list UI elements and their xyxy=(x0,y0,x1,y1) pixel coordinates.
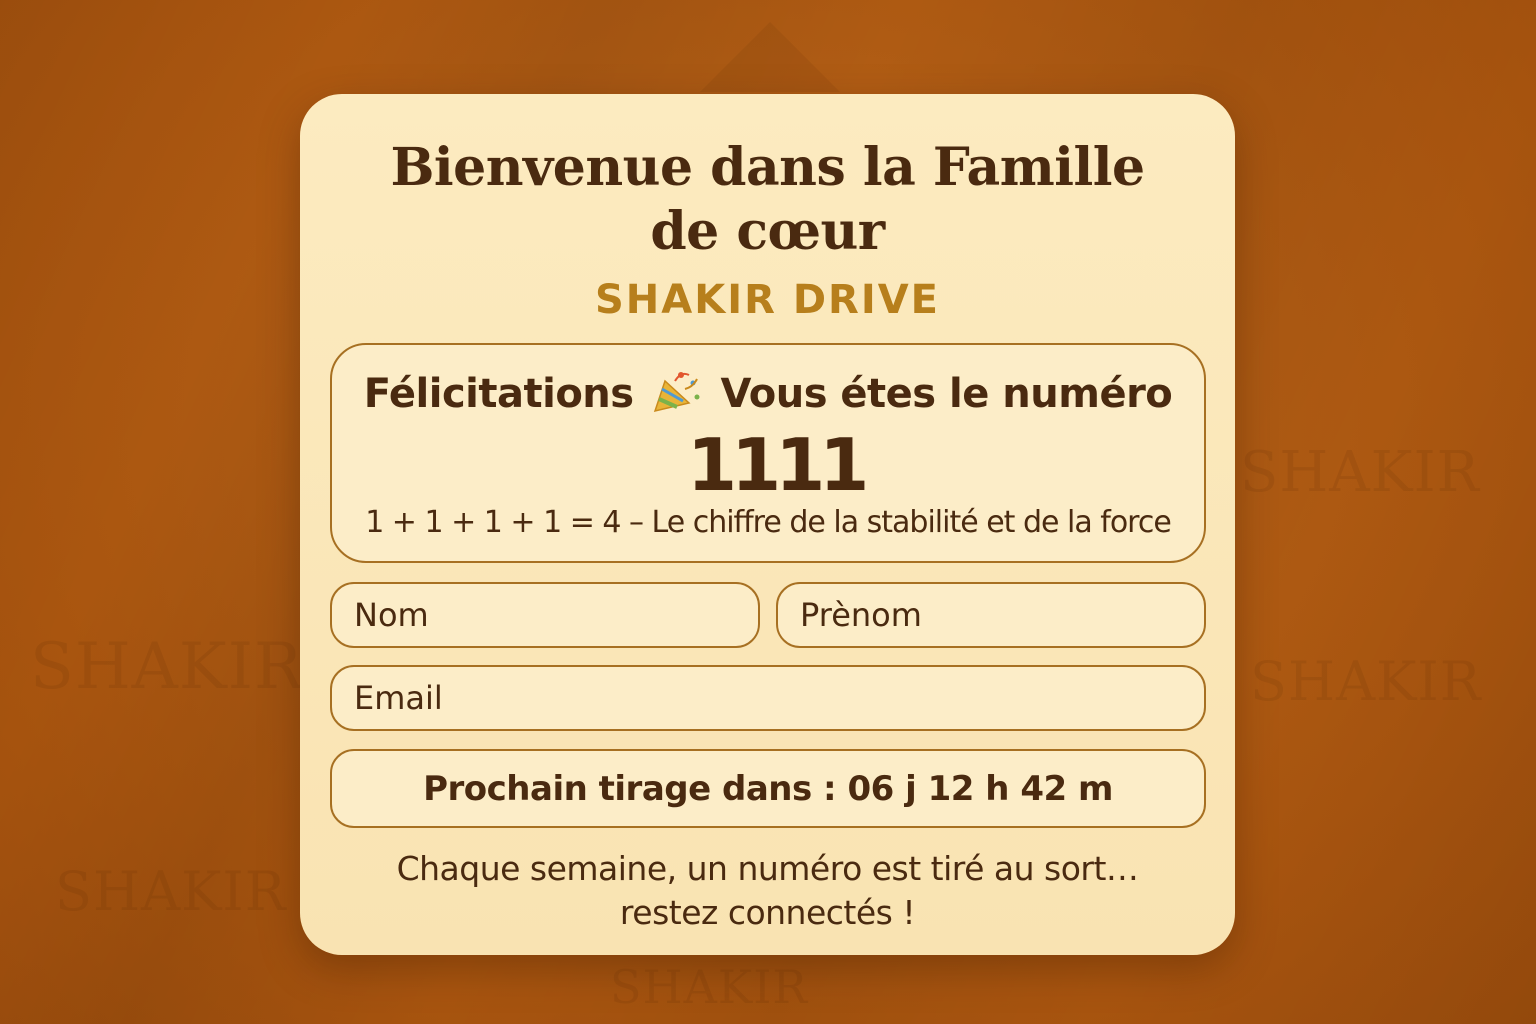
number-explanation: 1 + 1 + 1 + 1 = 4 – Le chiffre de la sta… xyxy=(365,505,1172,540)
congrats-panel: Félicitations Vous étes le numéro 1111 1… xyxy=(330,343,1206,563)
brand-name: SHAKIR DRIVE xyxy=(594,277,940,323)
background-watermark: SHAKIR xyxy=(1250,650,1482,713)
footer-line-1: Chaque semaine, un numéro est tiré au so… xyxy=(396,849,1139,888)
title-line-1: Bienvenue dans la Famille xyxy=(390,137,1145,198)
background-watermark: SHAKIR xyxy=(1240,440,1480,505)
welcome-title: Bienvenue dans la Famille de cœur xyxy=(300,136,1235,264)
email-input[interactable] xyxy=(332,667,1204,729)
background-watermark: SHAKIR xyxy=(610,960,809,1014)
welcome-card: Bienvenue dans la Famille de cœur SHAKIR… xyxy=(300,94,1235,955)
prenom-field-wrapper xyxy=(776,582,1206,648)
title-line-2: de cœur xyxy=(650,201,885,262)
congrats-lead: Félicitations xyxy=(363,371,634,417)
background-watermark: SHAKIR xyxy=(30,630,304,704)
nom-input[interactable] xyxy=(332,584,758,646)
prenom-input[interactable] xyxy=(778,584,1204,646)
nom-field-wrapper xyxy=(330,582,760,648)
footer-message: Chaque semaine, un numéro est tiré au so… xyxy=(300,847,1235,935)
countdown-panel: Prochain tirage dans : 06 j 12 h 42 m xyxy=(330,749,1206,828)
email-field-wrapper xyxy=(330,665,1206,731)
background-watermark: SHAKIR xyxy=(55,860,287,923)
congrats-line: Félicitations Vous étes le numéro xyxy=(332,367,1204,417)
footer-line-2: restez connectés ! xyxy=(619,893,916,932)
member-number: 1111 xyxy=(687,423,869,507)
congrats-tail: Vous étes le numéro xyxy=(720,371,1173,417)
party-popper-icon xyxy=(651,367,703,415)
countdown-text: Prochain tirage dans : 06 j 12 h 42 m xyxy=(423,769,1113,809)
background-logo-triangle xyxy=(700,22,840,92)
